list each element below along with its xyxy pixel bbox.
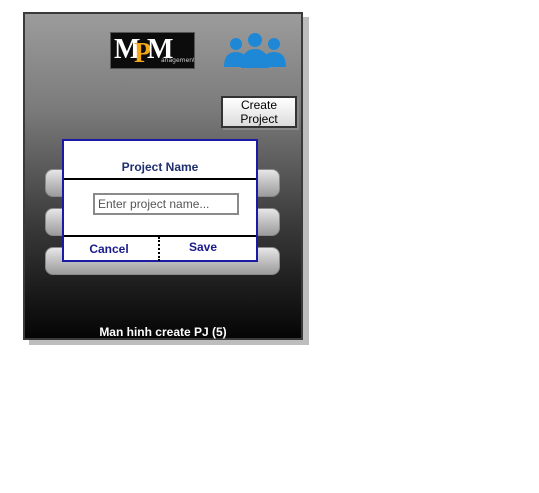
- screen-caption: Man hinh create PJ (5): [99, 325, 227, 339]
- stage: M P M anagement Create Project Project N…: [0, 0, 539, 493]
- cancel-button[interactable]: Cancel: [74, 242, 144, 258]
- dialog-title: Project Name: [121, 160, 199, 174]
- project-name-input[interactable]: [93, 193, 239, 215]
- dialog-divider-top: [64, 178, 256, 180]
- dialog-divider-bottom: [64, 235, 256, 237]
- users-group-icon[interactable]: [221, 31, 289, 69]
- save-button[interactable]: Save: [170, 240, 236, 256]
- app-logo: M P M anagement: [110, 32, 195, 69]
- logo-subtext: anagement: [161, 57, 195, 64]
- create-project-dialog: Project Name Cancel Save: [62, 139, 258, 262]
- create-project-label: Create Project: [240, 98, 278, 126]
- dialog-button-separator: [158, 237, 160, 261]
- create-project-button[interactable]: Create Project: [221, 96, 297, 128]
